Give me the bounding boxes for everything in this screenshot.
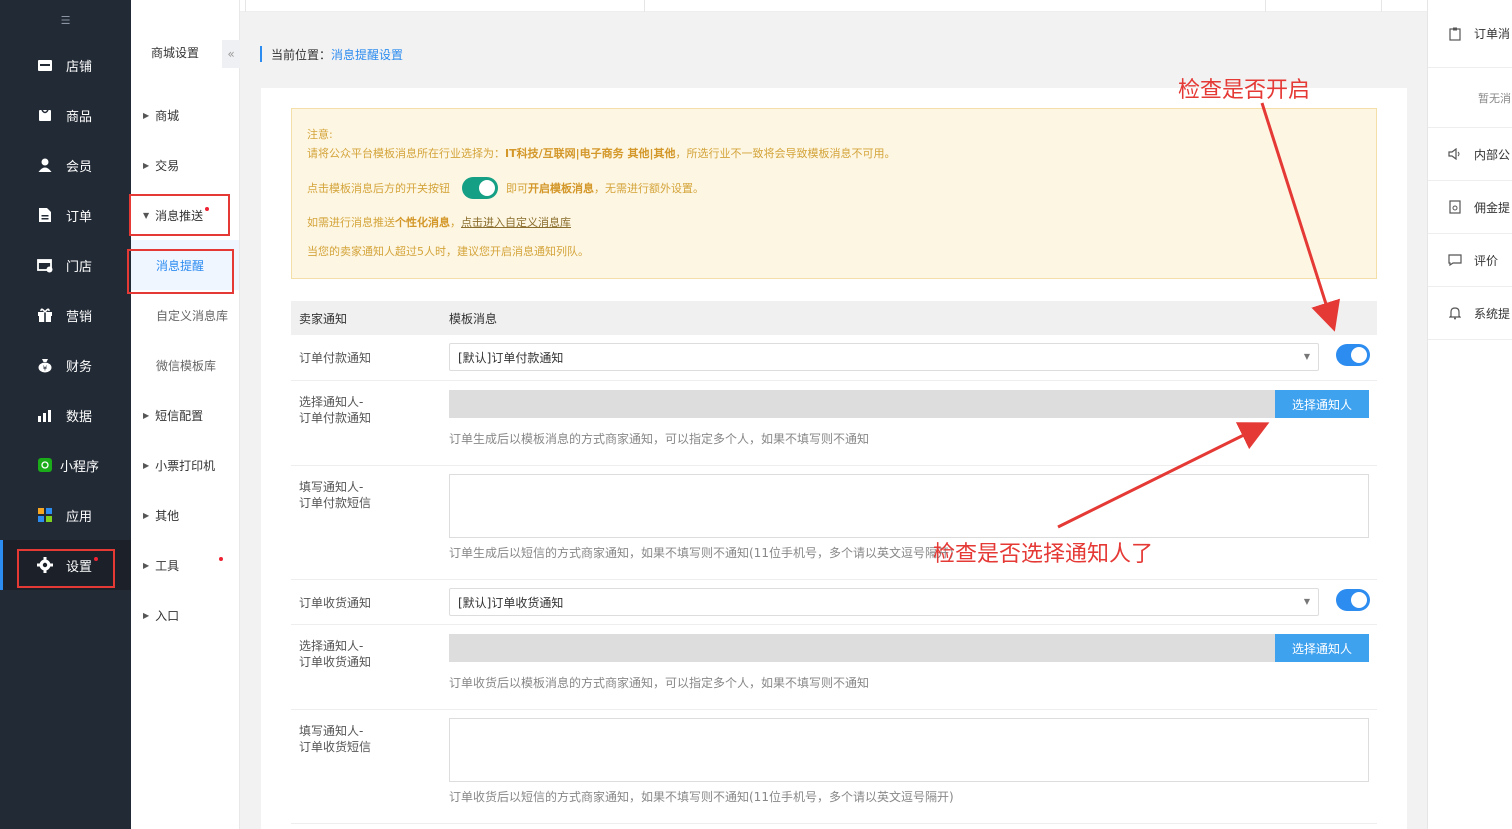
annotation-arrow-to-button [1057,422,1270,529]
annotation-arrow-to-toggle [1260,102,1341,332]
annotation-arrows [1057,102,1341,529]
